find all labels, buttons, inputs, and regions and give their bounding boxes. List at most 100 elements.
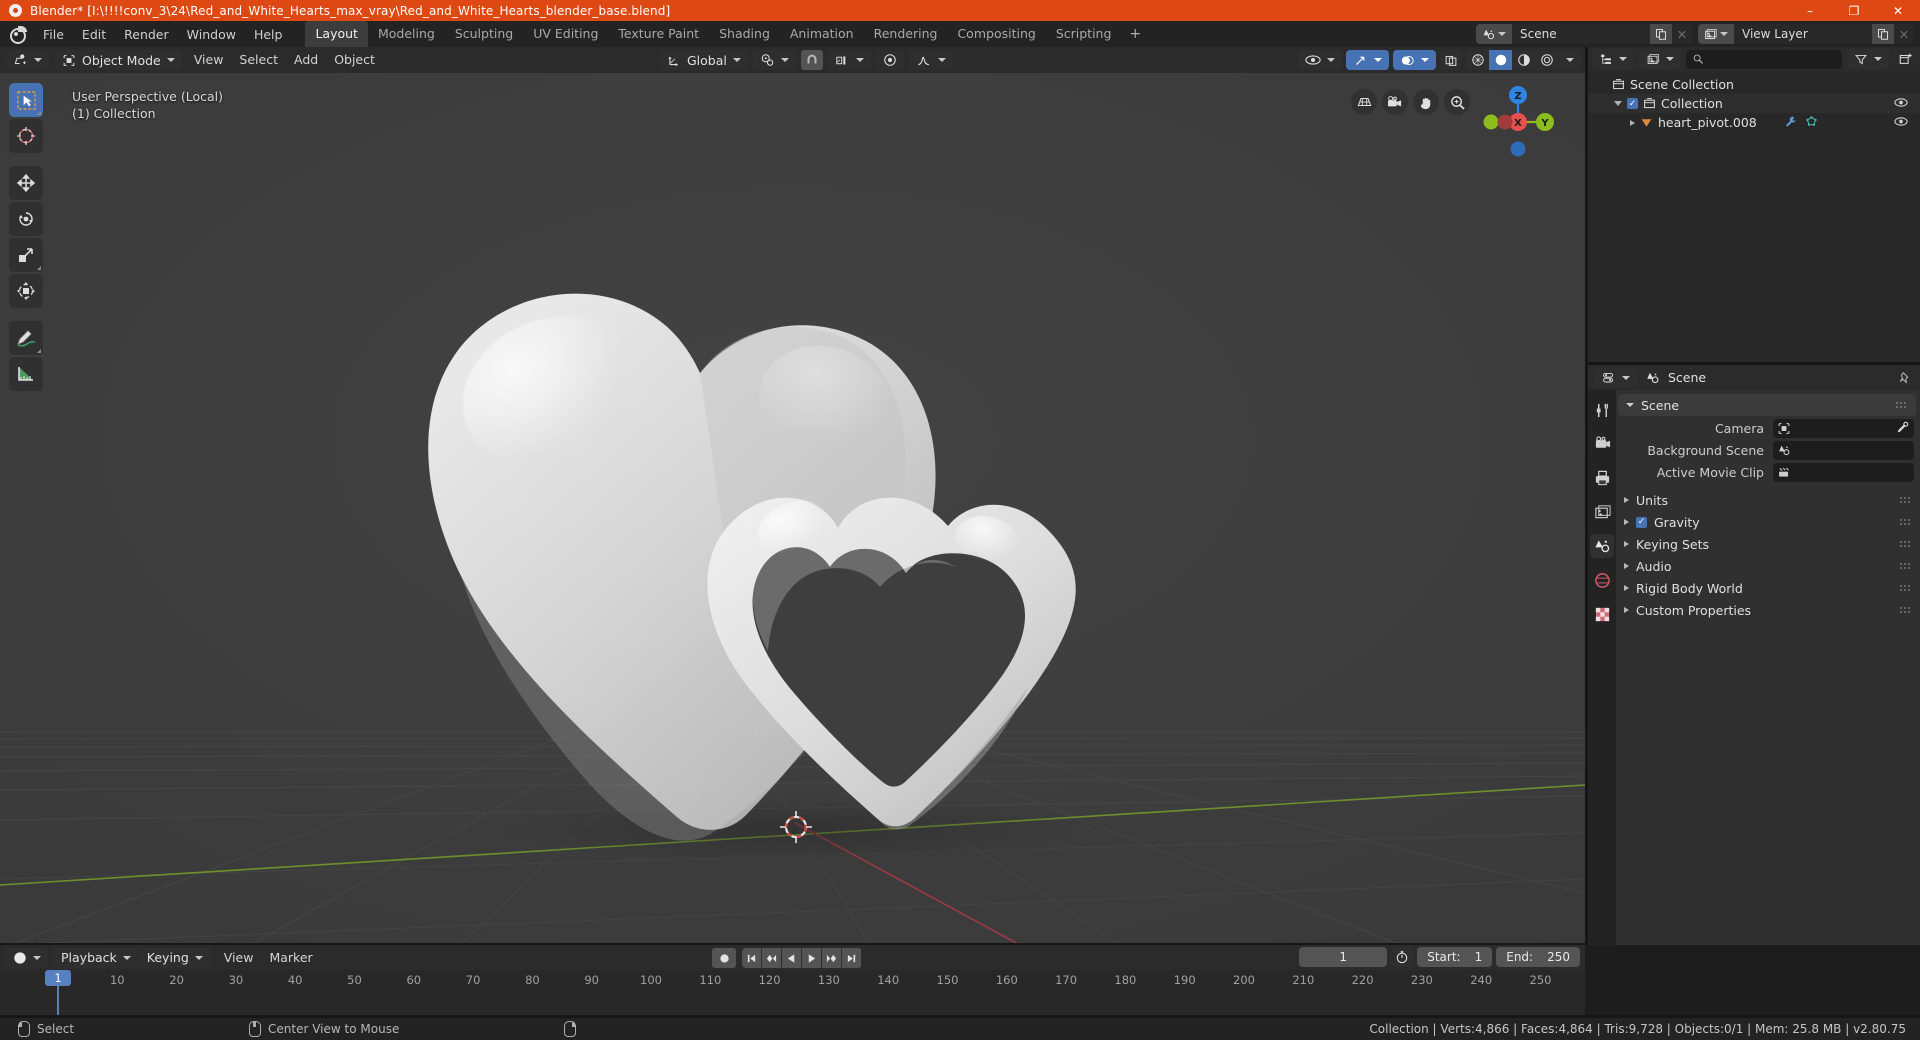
camera-field[interactable] — [1773, 419, 1914, 438]
snap-magnet-icon[interactable] — [801, 50, 823, 70]
tab-view-layer-icon[interactable] — [1590, 500, 1614, 524]
transform-orientation-selector[interactable]: Global — [660, 50, 748, 70]
tab-modeling[interactable]: Modeling — [368, 21, 445, 47]
viewport-axis-gizmo[interactable]: Z Y X — [1479, 83, 1557, 161]
shading-material-icon[interactable] — [1512, 50, 1535, 70]
tab-world-icon[interactable] — [1590, 568, 1614, 592]
timeline-ruler-area[interactable]: 1102030405060708090100110120130140150160… — [0, 970, 1585, 1015]
tool-measure[interactable] — [9, 357, 43, 391]
active-movie-clip-field[interactable] — [1773, 463, 1914, 482]
menu-view[interactable]: View — [186, 50, 232, 70]
row-checkbox[interactable]: ✓ — [1627, 98, 1638, 109]
tab-scripting[interactable]: Scripting — [1046, 21, 1122, 47]
xray-toggle[interactable] — [1440, 50, 1462, 70]
prev-keyframe-icon[interactable] — [762, 948, 781, 968]
blender-logo-icon[interactable] — [6, 23, 28, 45]
delete-view-layer-button[interactable]: ✕ — [1894, 24, 1914, 44]
outliner-row[interactable]: Scene Collection — [1588, 75, 1920, 94]
properties-section-header[interactable]: Units — [1616, 489, 1920, 511]
section-expand-icon[interactable] — [1624, 519, 1629, 525]
pin-icon[interactable] — [1898, 371, 1912, 385]
tab-animation[interactable]: Animation — [780, 21, 864, 47]
mesh-object-data-icon[interactable] — [1805, 115, 1818, 131]
section-expand-icon[interactable] — [1624, 585, 1629, 591]
proportional-edit-toggle[interactable] — [876, 50, 904, 70]
shading-solid-icon[interactable] — [1489, 50, 1512, 70]
modifier-wrench-icon[interactable] — [1784, 115, 1797, 131]
3d-viewport[interactable]: User Perspective (Local) (1) Collection — [0, 73, 1585, 945]
visibility-eye-icon[interactable] — [1894, 115, 1908, 130]
timeline-menu-marker[interactable]: Marker — [261, 948, 320, 968]
outliner-search-input[interactable] — [1686, 50, 1842, 69]
menu-file[interactable]: File — [34, 24, 73, 45]
outliner-search-field[interactable] — [1708, 51, 1835, 67]
properties-section-header[interactable]: Audio — [1616, 555, 1920, 577]
visibility-eye-icon[interactable] — [1298, 50, 1342, 70]
shading-options-chevron-icon[interactable] — [1558, 50, 1581, 70]
snap-target-selector[interactable] — [828, 50, 871, 70]
outliner-editor-type-selector[interactable] — [1592, 49, 1634, 69]
end-frame-field[interactable]: End: 250 — [1496, 947, 1580, 967]
new-view-layer-button[interactable] — [1872, 24, 1894, 44]
menu-select[interactable]: Select — [231, 50, 286, 70]
zoom-icon[interactable] — [1444, 89, 1470, 115]
tool-move[interactable] — [9, 166, 43, 200]
tool-scale[interactable] — [9, 238, 43, 272]
section-expand-icon[interactable] — [1624, 607, 1629, 613]
hand-pan-icon[interactable] — [1413, 89, 1439, 115]
next-keyframe-icon[interactable] — [822, 948, 841, 968]
tab-compositing[interactable]: Compositing — [947, 21, 1045, 47]
expand-collapse-icon[interactable] — [1614, 101, 1622, 106]
tool-annotate[interactable] — [9, 321, 43, 355]
viewport-canvas[interactable] — [0, 73, 1585, 945]
overlays-toggle[interactable] — [1393, 50, 1436, 70]
view-layer-selector[interactable]: View Layer ✕ — [1698, 24, 1914, 44]
properties-section-header[interactable]: Custom Properties — [1616, 599, 1920, 621]
outliner-tree[interactable]: Scene Collection✓Collectionheart_pivot.0… — [1588, 71, 1920, 132]
outliner-row[interactable]: heart_pivot.008 — [1588, 113, 1920, 132]
tab-texture-icon[interactable] — [1590, 602, 1614, 626]
gizmo-toggle[interactable] — [1346, 50, 1389, 70]
properties-section-header[interactable]: Keying Sets — [1616, 533, 1920, 555]
pivot-point-selector[interactable] — [753, 50, 796, 70]
section-expand-icon[interactable] — [1624, 563, 1629, 569]
divider-statusbar[interactable] — [0, 1015, 1920, 1018]
view-layer-name[interactable]: View Layer — [1734, 24, 1872, 44]
timeline-playback-menu[interactable]: Playback — [54, 948, 138, 968]
expand-collapse-icon[interactable] — [1630, 120, 1635, 126]
add-workspace-button[interactable]: + — [1121, 24, 1149, 44]
timeline-ruler[interactable]: 1102030405060708090100110120130140150160… — [0, 970, 1585, 992]
menu-object[interactable]: Object — [326, 50, 383, 70]
camera-eyedropper-icon[interactable] — [1896, 421, 1909, 437]
interaction-mode-selector[interactable]: Object Mode — [55, 50, 182, 70]
tab-sculpting[interactable]: Sculpting — [445, 21, 523, 47]
view-layer-icon[interactable] — [1698, 24, 1734, 44]
tab-shading[interactable]: Shading — [709, 21, 780, 47]
outliner-filter-icon[interactable] — [1847, 49, 1889, 69]
new-scene-button[interactable] — [1650, 24, 1672, 44]
properties-editor-type-selector[interactable] — [1594, 368, 1637, 388]
tab-rendering[interactable]: Rendering — [864, 21, 948, 47]
scene-selector[interactable]: Scene ✕ — [1476, 24, 1692, 44]
timeline-menu-view[interactable]: View — [216, 948, 262, 968]
playhead-frame-indicator[interactable]: 1 — [45, 970, 71, 986]
shading-wireframe-icon[interactable] — [1466, 50, 1489, 70]
section-checkbox[interactable]: ✓ — [1636, 517, 1647, 528]
editor-type-selector[interactable] — [6, 50, 49, 70]
jump-end-icon[interactable] — [842, 948, 861, 968]
section-expand-icon[interactable] — [1624, 497, 1629, 503]
menu-window[interactable]: Window — [178, 24, 245, 45]
tab-render-icon[interactable] — [1590, 432, 1614, 456]
tab-texture-paint[interactable]: Texture Paint — [608, 21, 709, 47]
tab-tool-icon[interactable] — [1590, 398, 1614, 422]
properties-section-header[interactable]: ✓Gravity — [1616, 511, 1920, 533]
grid-view-icon[interactable] — [1351, 89, 1377, 115]
timeline-editor-type-selector[interactable] — [6, 948, 48, 968]
divider-outliner-properties[interactable] — [1588, 362, 1920, 365]
delete-scene-button[interactable]: ✕ — [1672, 24, 1692, 44]
divider-viewport-timeline[interactable] — [0, 943, 1585, 945]
tool-rotate[interactable] — [9, 202, 43, 236]
new-collection-icon[interactable] — [1894, 49, 1916, 69]
tab-output-icon[interactable] — [1590, 466, 1614, 490]
menu-render[interactable]: Render — [115, 24, 178, 45]
